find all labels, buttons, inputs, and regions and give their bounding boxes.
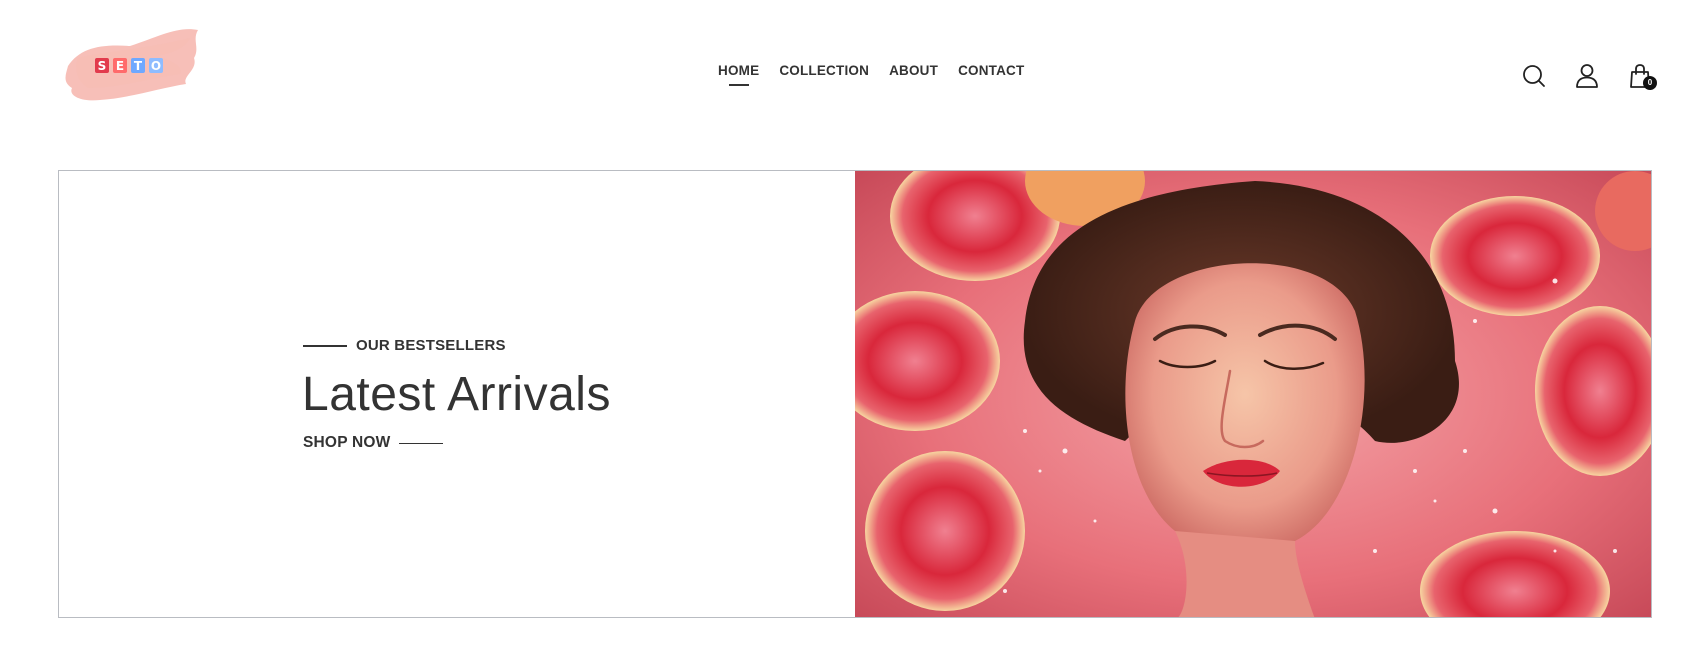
hero-image-panel: [855, 171, 1651, 617]
logo-letter: O: [151, 59, 161, 73]
main-nav: HOME COLLECTION ABOUT CONTACT: [718, 63, 1024, 86]
logo-letter: S: [98, 59, 107, 73]
search-button[interactable]: [1520, 62, 1548, 90]
nav-home[interactable]: HOME: [718, 63, 759, 86]
nav-about[interactable]: ABOUT: [889, 63, 938, 86]
hero-image: [855, 171, 1651, 617]
grapefruit-slice: [1430, 196, 1600, 316]
cta-rule: [399, 442, 444, 444]
cart-button[interactable]: 0: [1626, 62, 1657, 90]
account-button[interactable]: [1573, 62, 1601, 90]
shop-now-link[interactable]: SHOP NOW: [303, 434, 444, 452]
logo-letter: E: [116, 59, 124, 73]
cart-count-badge: 0: [1643, 76, 1657, 90]
search-icon: [1523, 65, 1545, 87]
header-icons: 0: [1520, 62, 1657, 90]
hero-text-panel: OUR BESTSELLERS Latest Arrivals SHOP NOW: [59, 171, 855, 617]
eyebrow-text: OUR BESTSELLERS: [356, 337, 506, 354]
neck: [1175, 531, 1315, 617]
shop-now-label: SHOP NOW: [303, 434, 391, 451]
brand-logo[interactable]: SETO: [60, 18, 205, 104]
eyebrow-rule: [303, 344, 347, 347]
nav-contact[interactable]: CONTACT: [958, 63, 1024, 86]
hero-eyebrow: OUR BESTSELLERS: [303, 337, 506, 354]
site-header: SETO HOME COLLECTION ABOUT CONTACT 0: [0, 0, 1704, 150]
logo-letter: T: [134, 59, 143, 73]
hero-banner: OUR BESTSELLERS Latest Arrivals SHOP NOW: [58, 170, 1652, 618]
nav-collection[interactable]: COLLECTION: [779, 63, 869, 86]
grapefruit-slice: [865, 451, 1025, 611]
hero-title: Latest Arrivals: [302, 368, 611, 421]
user-icon: [1576, 64, 1598, 88]
logo-graphic: SETO: [65, 29, 198, 101]
